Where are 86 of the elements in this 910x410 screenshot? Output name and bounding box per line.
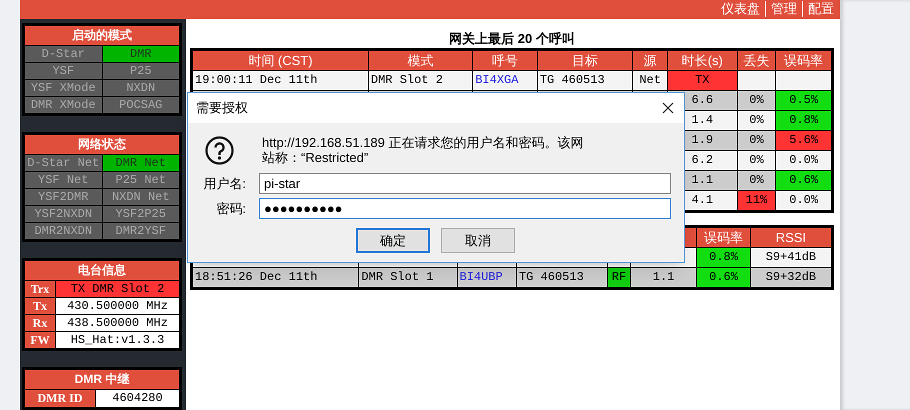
- dialog-title: 需要授权: [196, 99, 248, 118]
- callsign-link[interactable]: BI4UBP: [458, 268, 516, 287]
- panel-header: 启动的模式: [25, 26, 179, 45]
- info-value: HS_Hat:v1.3.3: [56, 332, 179, 348]
- table-cell: 0%: [738, 131, 776, 150]
- panel-header: 电台信息: [25, 261, 179, 280]
- mode-indicator: DMR XMode: [25, 97, 102, 113]
- mode-indicator: YSF XMode: [25, 80, 102, 96]
- panel-header: 网络状态: [25, 135, 179, 154]
- nav-link[interactable]: 配置: [802, 1, 834, 17]
- mode-indicator: DMR: [102, 46, 179, 62]
- table-cell: S9+41dB: [750, 248, 832, 267]
- table-cell: 0%: [738, 171, 776, 190]
- table-cell: 1.1: [630, 268, 696, 287]
- info-label: Rx: [25, 315, 55, 331]
- info-value: 430.500000 MHz: [56, 298, 179, 314]
- table-cell: TG 460513: [538, 71, 632, 90]
- nav-link[interactable]: 管理: [765, 1, 797, 17]
- table-cell: 0.6%: [776, 171, 831, 190]
- column-header: 时间 (CST): [193, 51, 368, 70]
- mode-indicator: NXDN Net: [102, 189, 179, 205]
- mode-indicator: DMR2YSF: [102, 223, 179, 239]
- table-cell: TX: [668, 71, 737, 90]
- field-label: 用户名:: [202, 174, 246, 193]
- mode-indicator: NXDN: [102, 80, 179, 96]
- table-cell: TG 460513: [516, 268, 608, 287]
- column-header: 目标: [538, 51, 632, 70]
- username-field[interactable]: pi-star: [259, 173, 671, 194]
- table-cell: DMR Slot 2: [368, 71, 472, 90]
- table-cell: DMR Slot 1: [359, 268, 456, 287]
- callsign-link[interactable]: BI4XGA: [473, 71, 537, 90]
- table-cell: 0.0%: [776, 191, 831, 210]
- mode-indicator: DMR Net: [102, 155, 179, 171]
- table-cell: 5.6%: [776, 131, 831, 150]
- table-cell: 19:00:11 Dec 11th: [193, 71, 368, 90]
- info-label: Tx: [25, 298, 55, 314]
- dialog-button[interactable]: 确定: [356, 228, 430, 253]
- info-value: 4604280: [96, 390, 179, 407]
- table-cell: 0.8%: [697, 248, 750, 267]
- table-cell: [738, 71, 776, 90]
- mode-indicator: D-Star: [25, 46, 102, 62]
- table-cell: 0.6%: [697, 268, 750, 287]
- mode-indicator: DMR2NXDN: [25, 223, 102, 239]
- column-header: 时长(s): [668, 51, 737, 70]
- column-header: 误码率: [776, 51, 831, 70]
- mode-indicator: YSF2DMR: [25, 189, 102, 205]
- table-cell: 0.5%: [776, 91, 831, 110]
- mode-indicator: YSF: [25, 63, 102, 79]
- table-cell: 0%: [738, 111, 776, 130]
- mode-indicator: D-Star Net: [25, 155, 102, 171]
- column-header: 源: [633, 51, 668, 70]
- mode-indicator: YSF2NXDN: [25, 206, 102, 222]
- info-value: 438.500000 MHz: [56, 315, 179, 331]
- table-cell: 0%: [738, 91, 776, 110]
- column-header: RSSI: [750, 228, 831, 247]
- table-cell: S9+32dB: [750, 268, 832, 287]
- table-title: 网关上最后 20 个呼叫: [448, 31, 576, 47]
- info-label: DMR ID: [25, 390, 95, 407]
- info-label: Trx: [25, 281, 55, 297]
- password-field[interactable]: ●●●●●●●●●●: [259, 198, 671, 219]
- dialog-button[interactable]: 取消: [441, 228, 515, 253]
- panel-header: DMR 中继: [25, 370, 179, 389]
- question-icon: [205, 136, 234, 165]
- table-cell: Net: [633, 71, 668, 90]
- mode-indicator: YSF2P25: [102, 206, 179, 222]
- table-cell: 0.8%: [776, 111, 831, 130]
- info-label: FW: [25, 332, 55, 348]
- table-cell: 18:51:26 Dec 11th: [193, 268, 358, 287]
- column-header: 呼号: [473, 51, 537, 70]
- table-cell: 0.0%: [776, 151, 831, 170]
- column-header: 误码率: [697, 228, 750, 247]
- dialog-message: http://192.168.51.189 正在请求您的用户名和密码。该网站称：“Restricted”: [262, 135, 584, 165]
- column-header: 模式: [368, 51, 472, 70]
- table-cell: 11%: [738, 191, 776, 210]
- table-cell: 0%: [738, 151, 776, 170]
- info-value: TX DMR Slot 2: [56, 281, 179, 297]
- mode-indicator: P25: [102, 63, 179, 79]
- nav-link[interactable]: 仪表盘: [721, 1, 760, 17]
- mode-indicator: YSF Net: [25, 172, 102, 188]
- close-icon[interactable]: [662, 102, 674, 114]
- table-cell: RF: [608, 268, 630, 287]
- field-label: 密码:: [215, 200, 246, 218]
- table-cell: [776, 71, 831, 90]
- mode-indicator: P25 Net: [102, 172, 179, 188]
- mode-indicator: POCSAG: [102, 97, 179, 113]
- column-header: 丢失: [738, 51, 776, 70]
